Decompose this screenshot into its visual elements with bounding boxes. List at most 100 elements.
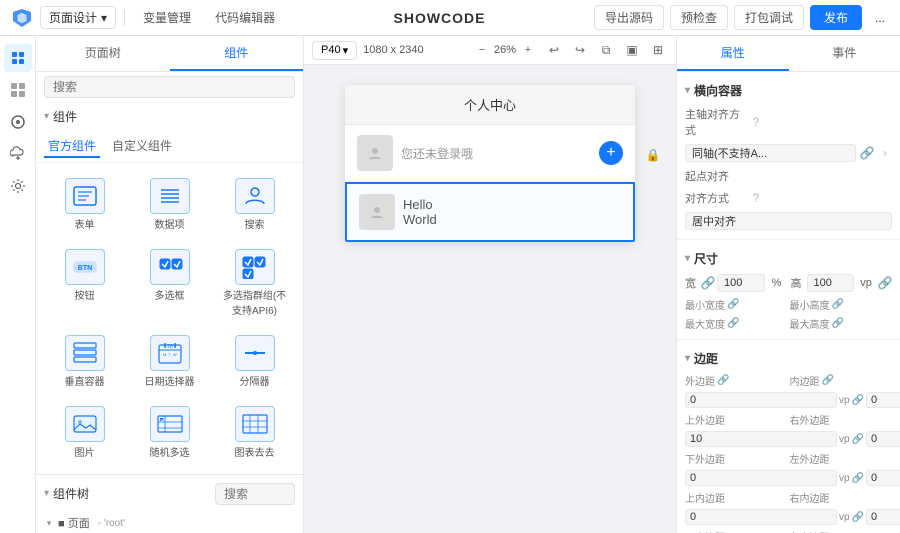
variable-mgmt-btn[interactable]: 变量管理 <box>133 7 201 28</box>
outer-top-input[interactable] <box>685 431 837 447</box>
btn-icon: BTN <box>65 249 105 285</box>
inner-margin-link[interactable]: 🔗 <box>822 375 834 386</box>
tab-components[interactable]: 组件 <box>170 36 304 71</box>
topbar-right-actions: 导出源码 预检查 打包调试 发布 ... <box>594 5 892 30</box>
bundle-debug-btn[interactable]: 打包调试 <box>734 5 804 30</box>
max-width-link[interactable]: 🔗 <box>727 318 739 329</box>
more-btn[interactable]: ... <box>868 6 892 30</box>
sidebar-icon-assets[interactable] <box>4 108 32 136</box>
component-checkbox[interactable]: 多选框 <box>129 242 210 324</box>
phone-login-text: 您还未登录哦 <box>401 145 473 162</box>
outer-bottom-input[interactable] <box>685 470 837 486</box>
outer-left-input[interactable] <box>866 470 900 486</box>
preview-btn[interactable]: 预检查 <box>670 5 728 30</box>
page-design-select[interactable]: 页面设计 ▾ <box>40 6 116 29</box>
image-label: 图片 <box>75 444 95 459</box>
main-axis-value-input[interactable] <box>685 144 856 162</box>
zoom-in-btn[interactable]: + <box>518 40 538 60</box>
phone-section-hello[interactable]: Hello World <box>345 182 635 242</box>
component-image[interactable]: 图片 <box>44 399 125 466</box>
container-section-label: 横向容器 <box>694 82 742 99</box>
prop-min-width: 最小宽度 🔗 <box>685 297 788 312</box>
grid-btn[interactable]: ⊞ <box>648 40 668 60</box>
canvas-content[interactable]: 个人中心 您还未登录哦 + Hello <box>304 65 676 533</box>
datepicker-icon: 28 M T W <box>150 335 190 371</box>
export-code-btn[interactable]: 导出源码 <box>594 5 664 30</box>
min-height-link[interactable]: 🔗 <box>832 299 844 310</box>
margin-section-label: 边距 <box>694 350 718 367</box>
phone-add-btn[interactable]: + <box>599 141 623 165</box>
inner-default-input[interactable] <box>866 392 900 408</box>
component-search-input[interactable] <box>44 76 295 98</box>
outer-default-link[interactable]: 🔗 <box>852 395 864 406</box>
phone-avatar <box>357 135 393 171</box>
publish-btn[interactable]: 发布 <box>810 5 862 30</box>
component-tableradio[interactable]: 图表去去 <box>214 399 295 466</box>
svg-text:T: T <box>168 352 171 357</box>
prop-min-height: 最小高度 🔗 <box>790 297 893 312</box>
tree-item-page[interactable]: ▾ ■ 页面 - 'root' <box>36 512 303 533</box>
component-btn[interactable]: BTN 按钮 <box>44 242 125 324</box>
page-design-label: 页面设计 <box>49 9 97 26</box>
sidebar-icon-pages[interactable] <box>4 44 32 72</box>
component-multicheckbox[interactable]: 多选指群组(不支持API6) <box>214 242 295 324</box>
vertical-label: 垂直容器 <box>65 373 105 388</box>
min-width-link[interactable]: 🔗 <box>727 299 739 310</box>
component-list[interactable]: 数据项 <box>129 171 210 238</box>
outer-bottom-link[interactable]: 🔗 <box>852 473 864 484</box>
prop-more-left: 下内边距 <box>685 529 788 533</box>
width-input[interactable] <box>717 274 765 292</box>
component-search-bar <box>36 72 303 102</box>
component-datepicker[interactable]: 28 M T W 日期选择器 <box>129 328 210 395</box>
inner-right-input[interactable] <box>866 509 900 525</box>
frame-btn[interactable]: ▣ <box>622 40 642 60</box>
prop-outer-bottom-label: 下外边距 <box>685 451 788 466</box>
sub-tab-custom[interactable]: 自定义组件 <box>108 135 176 158</box>
checkbox-icon <box>150 249 190 285</box>
prop-width-height-row: 宽 🔗 % 高 vp 🔗 <box>677 271 900 295</box>
component-user[interactable]: 搜索 <box>214 171 295 238</box>
cross-axis-value-input[interactable] <box>685 212 892 230</box>
inner-top-input[interactable] <box>685 509 837 525</box>
inner-top-unit: vp <box>839 512 850 523</box>
tab-page-tree[interactable]: 页面树 <box>36 36 170 71</box>
right-tab-events[interactable]: 事件 <box>789 36 900 71</box>
code-editor-btn[interactable]: 代码编辑器 <box>205 7 285 28</box>
prop-cross-axis-value-row <box>677 209 900 233</box>
prop-more-right: 左内边距 <box>790 529 893 533</box>
main-axis-link-icon[interactable]: 🔗 <box>860 146 874 160</box>
zoom-out-btn[interactable]: − <box>472 40 492 60</box>
tree-search-input[interactable] <box>215 483 295 505</box>
logo[interactable] <box>8 4 36 32</box>
height-label: 高 <box>791 275 805 291</box>
component-tablecheckbox[interactable]: 随机多选 <box>129 399 210 466</box>
copy-btn[interactable]: ⧉ <box>596 40 616 60</box>
height-input[interactable] <box>807 274 855 292</box>
tableradio-label: 图表去去 <box>235 444 275 459</box>
sidebar-icon-settings[interactable] <box>4 172 32 200</box>
prop-inner-right-label: 右内边距 <box>790 490 893 505</box>
outer-right-input[interactable] <box>866 431 900 447</box>
height-link-icon[interactable]: 🔗 <box>878 276 892 290</box>
redo-btn[interactable]: ↪ <box>570 40 590 60</box>
outer-margin-link[interactable]: 🔗 <box>717 375 729 386</box>
width-link-icon[interactable]: 🔗 <box>701 276 715 290</box>
min-width-label: 最小宽度 <box>685 297 725 312</box>
sidebar-icon-cloud[interactable] <box>4 140 32 168</box>
component-divider[interactable]: 分隔器 <box>214 328 295 395</box>
component-vertical[interactable]: 垂直容器 <box>44 328 125 395</box>
undo-btn[interactable]: ↩ <box>544 40 564 60</box>
component-form[interactable]: 表单 <box>44 171 125 238</box>
tree-search-bar <box>215 483 295 505</box>
prop-outer-bottom-val: vp 🔗 <box>685 470 864 486</box>
sub-tab-official[interactable]: 官方组件 <box>44 135 100 158</box>
inner-right-label: 右内边距 <box>790 490 830 505</box>
max-height-link[interactable]: 🔗 <box>832 318 844 329</box>
inner-top-link[interactable]: 🔗 <box>852 512 864 523</box>
outer-top-link[interactable]: 🔗 <box>852 434 864 445</box>
sidebar-icon-components[interactable] <box>4 76 32 104</box>
outer-default-input[interactable] <box>685 392 837 408</box>
canvas-preset-btn[interactable]: P40 ▾ <box>312 41 357 60</box>
prop-outer-left-val: vp 🔗 <box>866 470 900 486</box>
right-tab-props[interactable]: 属性 <box>677 36 789 71</box>
